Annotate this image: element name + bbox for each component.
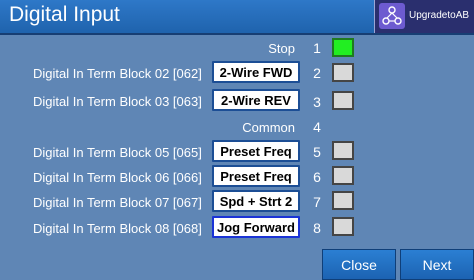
indicator-3 [332, 91, 354, 110]
terminal-number-3: 3 [313, 94, 321, 110]
terminal-number-8: 8 [313, 220, 321, 236]
terminal-number-4: 4 [313, 119, 321, 135]
indicator-5 [332, 141, 354, 160]
function-button-3[interactable]: 2-Wire REV [212, 89, 300, 111]
row-label-stop: Stop [268, 41, 295, 56]
function-button-2[interactable]: 2-Wire FWD [212, 61, 300, 83]
indicator-6 [332, 166, 354, 185]
brand-badge: UpgradetoAB [374, 0, 474, 33]
indicator-2 [332, 63, 354, 82]
close-button[interactable]: Close [322, 249, 396, 280]
indicator-7 [332, 191, 354, 210]
terminal-number-1: 1 [313, 40, 321, 56]
function-button-6[interactable]: Preset Freq [212, 165, 300, 187]
page-title: Digital Input [9, 3, 120, 26]
row-label-5: Digital In Term Block 05 [065] [33, 145, 202, 160]
row-label-3: Digital In Term Block 03 [063] [33, 94, 202, 109]
row-label-6: Digital In Term Block 06 [066] [33, 170, 202, 185]
function-button-5[interactable]: Preset Freq [212, 140, 300, 162]
terminal-number-7: 7 [313, 194, 321, 210]
row-label-2: Digital In Term Block 02 [062] [33, 66, 202, 81]
function-button-7[interactable]: Spd + Strt 2 [212, 190, 300, 212]
row-label-7: Digital In Term Block 07 [067] [33, 195, 202, 210]
indicator-1 [332, 38, 354, 57]
row-label-8: Digital In Term Block 08 [068] [33, 221, 202, 236]
indicator-8 [332, 217, 354, 236]
terminal-number-5: 5 [313, 144, 321, 160]
row-label-common: Common [242, 120, 295, 135]
title-bar: Digital Input UpgradetoAB [0, 0, 474, 35]
next-button[interactable]: Next [400, 249, 474, 280]
connected-nodes-icon [379, 3, 405, 29]
terminal-number-6: 6 [313, 169, 321, 185]
function-button-8[interactable]: Jog Forward [212, 216, 300, 238]
terminal-number-2: 2 [313, 65, 321, 81]
brand-label: UpgradetoAB [409, 10, 470, 21]
